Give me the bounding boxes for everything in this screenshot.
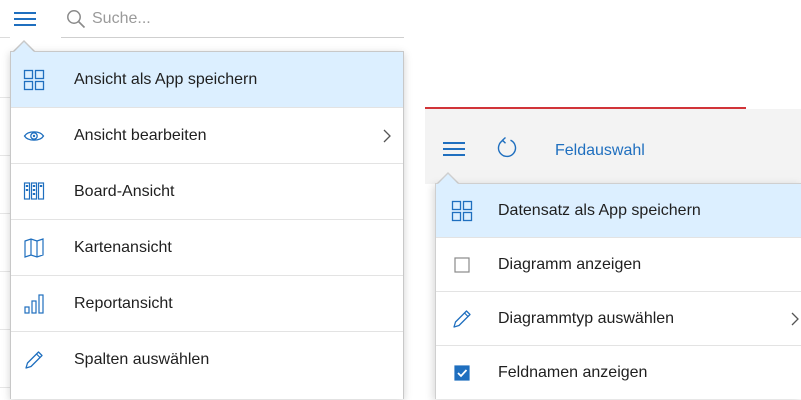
menu-item-label: Feldnamen anzeigen bbox=[498, 364, 648, 381]
eye-icon bbox=[23, 125, 45, 147]
menu-item-select-diagram-type[interactable]: Diagrammtyp auswählen bbox=[436, 292, 801, 346]
pencil-icon bbox=[451, 308, 473, 330]
hamburger-menu-icon[interactable] bbox=[441, 139, 467, 159]
menu-item-show-field-names[interactable]: Feldnamen anzeigen bbox=[436, 346, 801, 400]
view-options-menu: Ansicht als App speichern Ansicht bearbe… bbox=[10, 51, 404, 399]
background-list bbox=[0, 40, 10, 398]
refresh-icon[interactable] bbox=[495, 136, 519, 160]
grid-icon bbox=[23, 69, 45, 91]
menu-item-label: Reportansicht bbox=[74, 294, 173, 312]
search-input[interactable] bbox=[92, 6, 392, 32]
menu-item-label: Board-Ansicht bbox=[74, 182, 175, 200]
menu-item-label: Ansicht als App speichern bbox=[74, 70, 258, 88]
grid-icon bbox=[451, 200, 473, 222]
hamburger-menu-icon[interactable] bbox=[12, 8, 38, 30]
checkbox-checked-icon[interactable] bbox=[451, 362, 473, 384]
search-icon bbox=[66, 9, 86, 29]
field-selection-link[interactable]: Feldauswahl bbox=[555, 142, 645, 160]
menu-item-label: Diagramm anzeigen bbox=[498, 255, 642, 273]
menu-item-board-view[interactable]: Board-Ansicht bbox=[11, 164, 403, 220]
pencil-icon bbox=[23, 349, 45, 371]
bar-chart-icon bbox=[23, 293, 45, 315]
record-options-menu: Datensatz als App speichern Diagramm anz… bbox=[435, 183, 801, 399]
search-underline bbox=[61, 37, 404, 38]
menu-item-report-view[interactable]: Reportansicht bbox=[11, 276, 403, 332]
menu-item-map-view[interactable]: Kartenansicht bbox=[11, 220, 403, 276]
menu-item-label: Diagrammtyp auswählen bbox=[498, 309, 675, 327]
chevron-right-icon bbox=[381, 128, 393, 144]
chevron-right-icon bbox=[790, 311, 800, 327]
menu-item-save-record-as-app[interactable]: Datensatz als App speichern bbox=[436, 184, 801, 238]
board-icon bbox=[23, 181, 45, 203]
menu-item-show-diagram[interactable]: Diagramm anzeigen bbox=[436, 238, 801, 292]
menu-item-label: Ansicht bearbeiten bbox=[74, 126, 207, 144]
menu-caret-fill bbox=[14, 42, 34, 52]
checkbox-unchecked-icon[interactable] bbox=[451, 254, 473, 276]
menu-item-save-view-as-app[interactable]: Ansicht als App speichern bbox=[11, 52, 403, 108]
menu-item-label: Spalten auswählen bbox=[74, 351, 210, 368]
menu-item-label: Datensatz als App speichern bbox=[498, 201, 701, 219]
menu-item-select-columns[interactable]: Spalten auswählen bbox=[11, 332, 403, 388]
menu-item-label: Kartenansicht bbox=[74, 238, 172, 256]
map-icon bbox=[23, 237, 45, 259]
background-divider bbox=[0, 37, 10, 38]
menu-item-edit-view[interactable]: Ansicht bearbeiten bbox=[11, 108, 403, 164]
menu-caret-fill bbox=[438, 174, 458, 184]
